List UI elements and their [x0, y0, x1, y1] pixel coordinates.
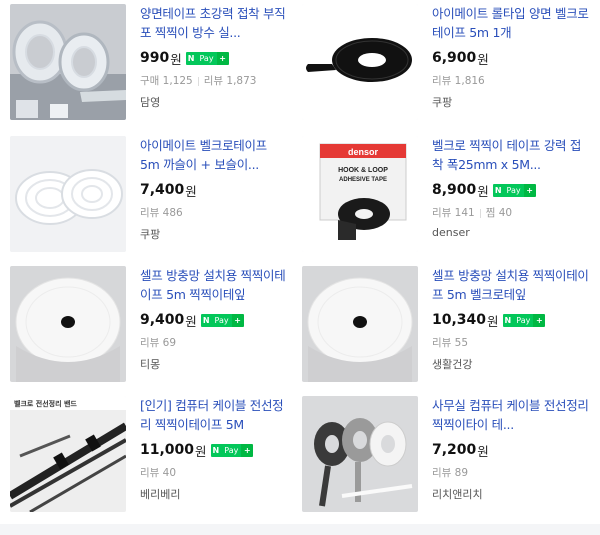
- product-price: 7,200: [432, 442, 477, 458]
- product-info: 벨크로 찍찍이 테이프 강력 접착 폭25mm x 5M... 8,900 원 N Pa…: [432, 136, 592, 241]
- stat-value: 89: [454, 467, 469, 479]
- price-row: 6,900 원: [432, 48, 592, 68]
- product-stats: 리뷰 1,816: [432, 74, 592, 88]
- svg-text:ADHESIVE TAPE: ADHESIVE TAPE: [339, 177, 387, 183]
- stat-value: 55: [454, 337, 469, 349]
- currency-unit: 원: [477, 443, 489, 459]
- naver-pay-badge-icon: N Pay +: [502, 313, 546, 327]
- product-title-link[interactable]: 벨크로 찍찍이 테이프 강력 접착 폭25mm x 5M...: [432, 136, 592, 174]
- product-title-link[interactable]: 셀프 방충망 설치용 찍찍이테이프 5m 벨크로테잎: [432, 266, 592, 304]
- stat-divider: [479, 208, 481, 218]
- stat-value: 141: [454, 207, 475, 219]
- npay-plus-label: +: [533, 313, 546, 327]
- svg-text:densor: densor: [348, 147, 379, 157]
- product-grid: 양면테이프 초강력 접착 부직포 찍찍이 방수 실... 990 원 N Pay + 구매 …: [0, 0, 600, 535]
- product-title-link[interactable]: 사무실 컴퓨터 케이블 전선정리 찍찍이타이 테...: [432, 396, 592, 434]
- product-thumbnail[interactable]: [302, 266, 418, 382]
- product-thumbnail[interactable]: [302, 4, 418, 120]
- product-stats: 리뷰 55: [432, 336, 592, 350]
- naver-pay-badge-icon: N Pay +: [492, 183, 536, 197]
- seller-name-link[interactable]: denser: [432, 226, 592, 241]
- npay-plus-label: +: [523, 183, 536, 197]
- section-divider: [0, 524, 600, 535]
- currency-unit: 원: [477, 183, 489, 199]
- price-row: 10,340 원 N Pay +: [432, 310, 592, 330]
- product-info: 아이메이트 롤타입 양면 벨크로 테이프 5m 1개 6,900 원리뷰 1,816…: [432, 4, 592, 109]
- currency-unit: 원: [477, 51, 489, 67]
- stat-label: 찜: [485, 207, 496, 219]
- product-card[interactable]: 사무실 컴퓨터 케이블 전선정리 찍찍이타이 테... 7,200 원리뷰 89 리치…: [0, 392, 600, 514]
- product-thumbnail[interactable]: [302, 396, 418, 512]
- seller-name-link[interactable]: 쿠팡: [432, 94, 592, 109]
- product-stats: 리뷰 141 찜 40: [432, 206, 592, 220]
- product-title-link[interactable]: 아이메이트 롤타입 양면 벨크로 테이프 5m 1개: [432, 4, 592, 42]
- product-thumbnail[interactable]: densor HOOK & LOOP ADHESIVE TAPE: [302, 136, 418, 252]
- stat-value: 40: [498, 207, 513, 219]
- stat-label: 리뷰: [432, 337, 452, 349]
- stat-value: 1,816: [454, 75, 485, 87]
- npay-pay-label: Pay: [513, 313, 534, 327]
- product-card[interactable]: 셀프 방충망 설치용 찍찍이테이프 5m 벨크로테잎 10,340 원 N Pay + 리뷰…: [0, 262, 600, 384]
- product-info: 사무실 컴퓨터 케이블 전선정리 찍찍이타이 테... 7,200 원리뷰 89 리치…: [432, 396, 592, 501]
- product-price: 8,900: [432, 182, 477, 198]
- stat-label: 리뷰: [432, 207, 452, 219]
- npay-n-label: N: [492, 183, 504, 197]
- stat-label: 리뷰: [432, 467, 452, 479]
- product-card[interactable]: densor HOOK & LOOP ADHESIVE TAPE 벨크로 찍찍이…: [0, 132, 600, 254]
- svg-text:HOOK & LOOP: HOOK & LOOP: [338, 167, 388, 174]
- npay-n-label: N: [502, 313, 514, 327]
- seller-name-link[interactable]: 리치앤리치: [432, 486, 592, 501]
- product-price: 6,900: [432, 50, 477, 66]
- product-info: 셀프 방충망 설치용 찍찍이테이프 5m 벨크로테잎 10,340 원 N Pay + 리뷰…: [432, 266, 592, 371]
- product-stats: 리뷰 89: [432, 466, 592, 480]
- price-row: 8,900 원 N Pay +: [432, 180, 592, 200]
- seller-name-link[interactable]: 생활건강: [432, 356, 592, 371]
- price-row: 7,200 원: [432, 440, 592, 460]
- stat-label: 리뷰: [432, 75, 452, 87]
- currency-unit: 원: [487, 313, 499, 329]
- product-price: 10,340: [432, 312, 487, 328]
- npay-pay-label: Pay: [503, 183, 524, 197]
- product-card[interactable]: 아이메이트 롤타입 양면 벨크로 테이프 5m 1개 6,900 원리뷰 1,816…: [0, 0, 600, 122]
